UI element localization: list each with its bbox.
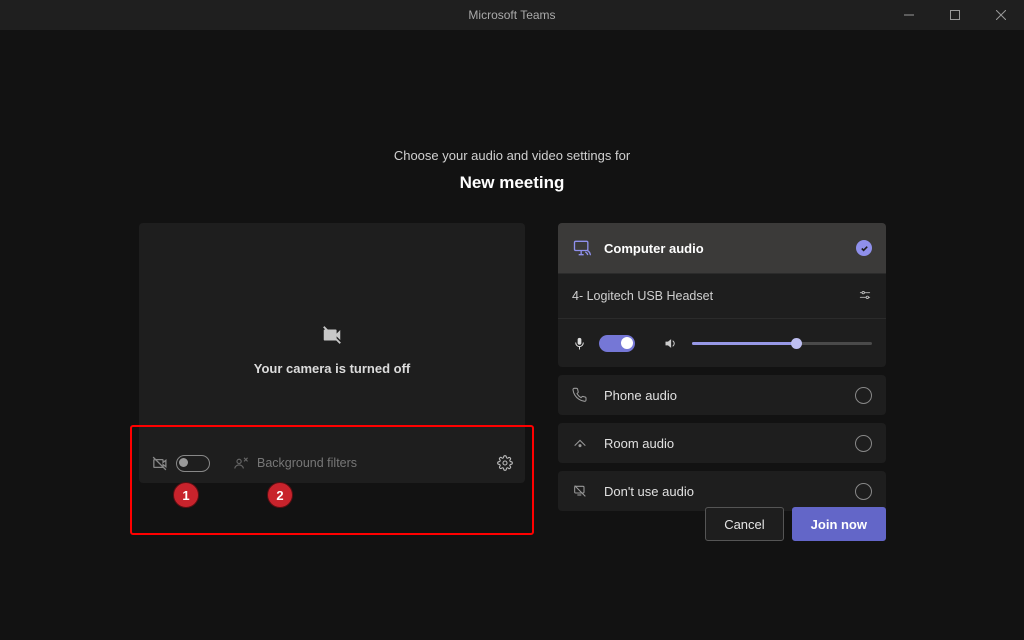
audio-controls-row (558, 318, 886, 367)
audio-device-name: 4- Logitech USB Headset (572, 289, 858, 303)
no-audio-option[interactable]: Don't use audio (558, 471, 886, 511)
camera-off-icon (151, 455, 168, 472)
microphone-icon (572, 336, 587, 351)
no-audio-label: Don't use audio (604, 484, 855, 499)
computer-audio-card: Computer audio 4- Logitech USB Headset (558, 223, 886, 367)
prejoin-header: Choose your audio and video settings for… (0, 148, 1024, 193)
background-filters-icon (232, 455, 249, 472)
room-audio-icon (572, 435, 594, 451)
window-buttons (886, 0, 1024, 30)
radio-unchecked-icon (855, 435, 872, 452)
join-now-button[interactable]: Join now (792, 507, 886, 541)
selected-check-icon (856, 240, 872, 256)
room-audio-option[interactable]: Room audio (558, 423, 886, 463)
phone-audio-option[interactable]: Phone audio (558, 375, 886, 415)
header-subtitle: Choose your audio and video settings for (0, 148, 1024, 163)
title-bar: Microsoft Teams (0, 0, 1024, 30)
device-settings-button[interactable] (497, 455, 513, 471)
background-filters-button[interactable]: Background filters (257, 456, 357, 470)
microphone-toggle[interactable] (599, 335, 635, 352)
computer-audio-label: Computer audio (604, 241, 856, 256)
annotation-marker-2: 2 (267, 482, 293, 508)
cancel-button[interactable]: Cancel (705, 507, 783, 541)
computer-audio-option[interactable]: Computer audio (558, 223, 886, 273)
camera-off-message: Your camera is turned off (254, 361, 411, 376)
annotation-marker-1: 1 (173, 482, 199, 508)
phone-icon (572, 387, 594, 403)
speaker-icon (663, 336, 678, 351)
radio-unchecked-icon (855, 387, 872, 404)
sliders-icon (858, 288, 872, 305)
minimize-button[interactable] (886, 0, 932, 30)
room-audio-label: Room audio (604, 436, 855, 451)
camera-off-icon (321, 324, 343, 351)
volume-slider[interactable] (692, 342, 872, 345)
video-controls-bar: Background filters (139, 443, 525, 483)
window-title: Microsoft Teams (0, 8, 1024, 22)
no-audio-icon (572, 483, 594, 499)
audio-device-row[interactable]: 4- Logitech USB Headset (558, 273, 886, 318)
computer-audio-icon (572, 238, 594, 258)
action-buttons: Cancel Join now (558, 507, 886, 541)
radio-unchecked-icon (855, 483, 872, 500)
meeting-title: New meeting (0, 173, 1024, 193)
close-button[interactable] (978, 0, 1024, 30)
phone-audio-label: Phone audio (604, 388, 855, 403)
camera-toggle[interactable] (176, 455, 210, 472)
maximize-button[interactable] (932, 0, 978, 30)
